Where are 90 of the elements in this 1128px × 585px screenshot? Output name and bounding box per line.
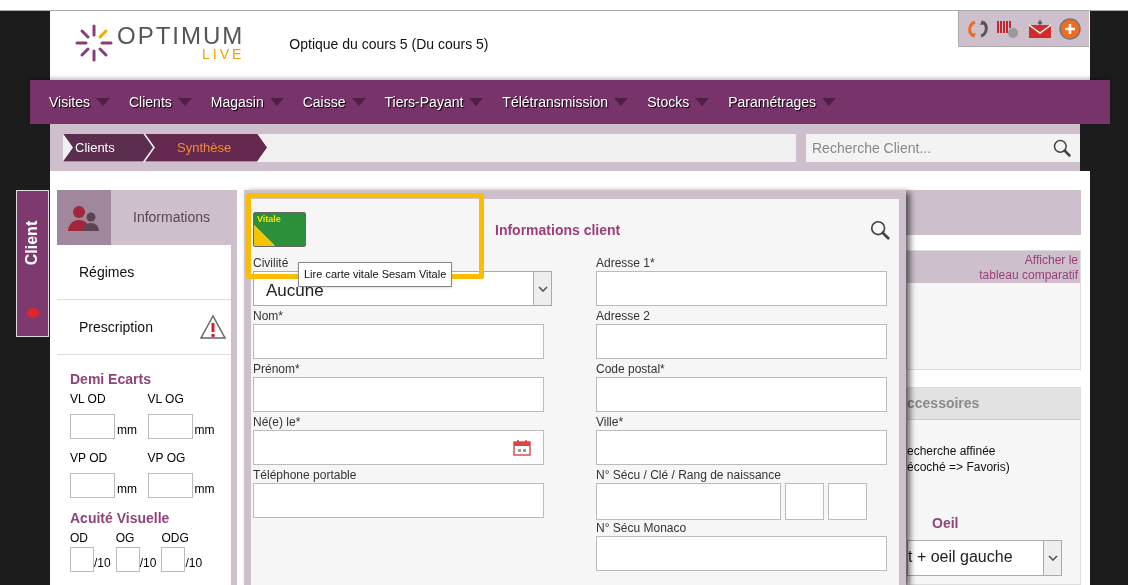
unit-label: mm [117,422,137,439]
field-label: VP OG [147,450,187,467]
sidebar-tab[interactable]: Prescription [57,300,231,355]
caret-icon [269,98,284,106]
input-field[interactable] [828,483,867,520]
input-field[interactable] [596,377,887,412]
breadcrumb-item[interactable]: Synthèse [145,133,267,162]
caret-icon [469,98,484,106]
search-field[interactable]: Recherche Client... [806,133,1080,162]
unit-label: mm [117,481,137,498]
nav-menu[interactable]: Télétransmission [502,91,629,113]
input-field[interactable] [253,324,544,359]
field-label: Code postal* [596,362,666,377]
field-label: Civilité [253,256,290,271]
nav-menu[interactable]: Magasin [210,91,284,113]
nav-menu[interactable]: Tiers-Payant [384,91,484,113]
nav-menu[interactable]: Paramétrages [728,91,837,113]
field-label: VP OD [70,450,109,467]
input-field[interactable] [115,547,140,572]
field-label: ODG [161,530,190,547]
eye-select[interactable]: t + oeil gauche [907,540,1062,576]
unit-label: /10 [139,555,157,572]
users-icon [67,204,101,231]
field-label: Né(e) le* [253,415,302,430]
input-field[interactable] [161,547,186,572]
date-field[interactable] [253,430,544,465]
side-tab[interactable]: Client [16,190,49,337]
caret-icon [695,98,710,106]
input-field[interactable] [253,377,544,412]
field-label: Prénom* [253,362,301,377]
unit-label: mm [194,422,215,439]
input-field[interactable] [596,271,887,306]
field-label: Téléphone portable [253,468,358,483]
dialog-title: Informations client [495,221,621,240]
caret-icon [177,98,192,106]
refresh-icon[interactable] [966,17,989,40]
field-label: VL OG [147,391,185,408]
caret-icon [96,98,110,106]
field-label: N° Sécu Monaco [596,521,688,536]
mail-icon[interactable] [1027,19,1052,38]
field-label: N° Sécu / Clé / Rang de naissance [596,468,782,483]
nav-menu[interactable]: Clients [129,91,192,113]
breadcrumb-item[interactable]: Clients [63,133,153,162]
logo-subtitle: LIVE [201,48,245,61]
sunburst-icon [75,24,113,62]
unit-label: /10 [185,555,203,572]
input-field[interactable] [596,430,887,465]
chevron-down-icon [537,285,548,292]
section-title: Acuité Visuelle [70,509,171,528]
field-label: OD [70,530,89,547]
logo-word: OPTIMUM [117,24,245,48]
eye-label: Oeil [932,514,960,533]
nav-menu[interactable]: Caisse [302,91,366,113]
barcode-icon[interactable] [996,18,1021,39]
input-field[interactable] [785,483,824,520]
comparison-link[interactable]: tableau comparatif [979,268,1078,283]
caret-icon [822,98,837,106]
calendar-icon[interactable] [513,439,531,456]
input-field[interactable] [596,483,781,520]
section-title: Demi Ecarts [70,370,152,389]
caret-icon [614,98,629,106]
field-label: Adresse 1* [596,256,656,271]
unit-label: mm [194,481,215,498]
input-field[interactable] [147,414,193,439]
unit-label: /10 [94,555,111,572]
search-note: echerche affinée [907,443,997,459]
search-note: écoché => Favoris) [907,459,1011,475]
chevron-down-icon [1047,555,1058,561]
input-field[interactable] [596,324,887,359]
caret-icon [351,98,366,106]
search-icon[interactable] [869,219,891,241]
field-label: VL OD [70,391,107,408]
input-field[interactable] [70,414,115,439]
comparison-link[interactable]: Afficher le [1024,253,1078,268]
input-field[interactable] [253,483,544,518]
input-field[interactable] [70,473,115,498]
add-icon[interactable] [1059,17,1082,40]
field-label: Ville* [596,415,625,430]
input-field[interactable] [70,547,94,572]
nav-menu[interactable]: Stocks [647,91,710,113]
field-label: Nom* [253,309,284,324]
store-name: Optique du cours 5 (Du cours 5) [289,35,489,54]
search-icon[interactable] [1052,137,1072,158]
nav-menu[interactable]: Visites [49,91,110,113]
tooltip: Lire carte vitale Sesam Vitale [298,262,453,287]
field-label: Adresse 2 [596,309,652,324]
sidebar-tab[interactable]: Régimes [57,245,231,300]
input-field[interactable] [147,473,193,498]
input-field[interactable] [596,536,887,571]
field-label: OG [115,530,136,547]
